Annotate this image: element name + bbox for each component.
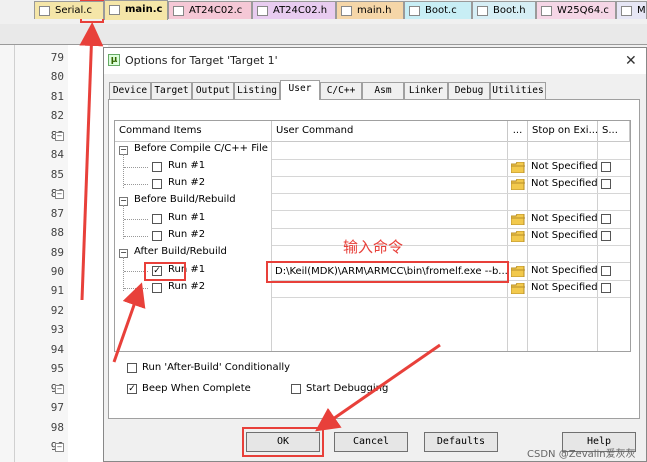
arrow-to-ok — [315, 343, 441, 432]
annotation-arrows — [79, 22, 441, 432]
arrow-to-run1 — [112, 282, 146, 363]
tab-user[interactable]: User — [280, 80, 320, 100]
arrow-to-wand — [79, 22, 104, 301]
